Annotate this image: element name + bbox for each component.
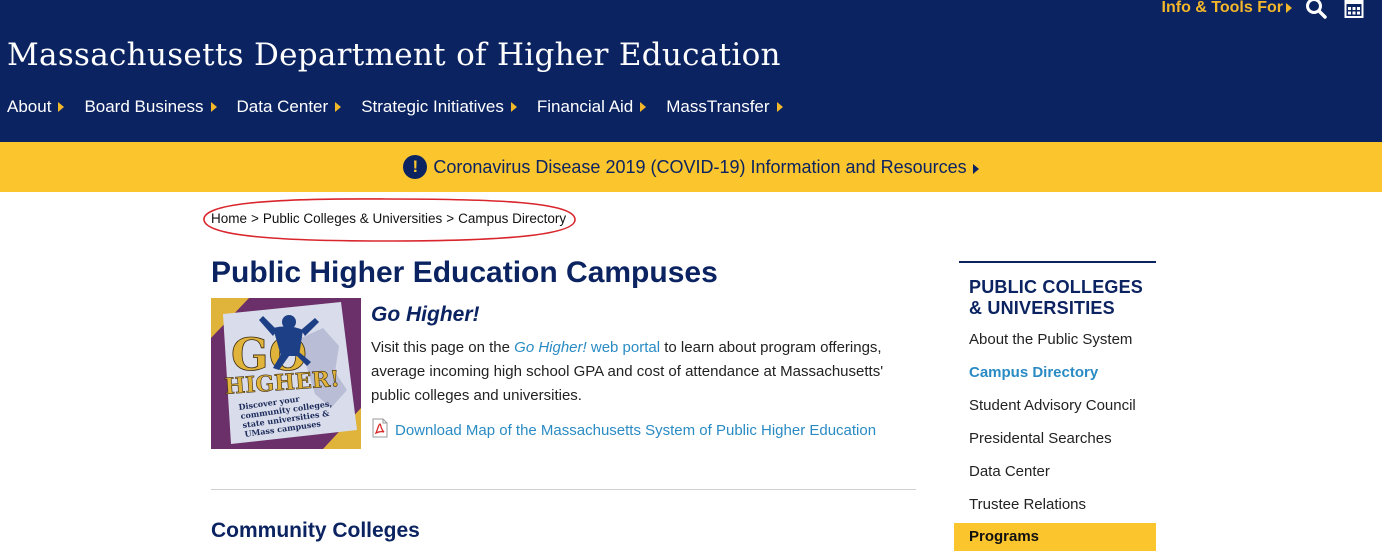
sidebar-nav: PUBLIC COLLEGES & UNIVERSITIES About the…	[959, 261, 1156, 521]
sidebar-item-data-center[interactable]: Data Center	[969, 455, 1156, 488]
content-divider	[211, 489, 916, 490]
breadcrumb-home[interactable]: Home	[211, 211, 247, 226]
sidebar-item-trustee-relations[interactable]: Trustee Relations	[969, 488, 1156, 521]
main-nav: About Board Business Data Center Strateg…	[7, 97, 803, 117]
site-header: Info & Tools For Massachusetts Departmen…	[0, 0, 1382, 142]
caret-right-icon	[335, 102, 342, 112]
page-title: Public Higher Education Campuses	[211, 256, 718, 289]
sidebar-item-programs[interactable]: Programs	[954, 523, 1156, 551]
nav-item-data-center[interactable]: Data Center	[237, 97, 342, 117]
info-tools-link[interactable]: Info & Tools For	[1162, 0, 1292, 17]
nav-label: Strategic Initiatives	[361, 97, 504, 116]
breadcrumb-public-colleges[interactable]: Public Colleges & Universities	[263, 211, 442, 226]
download-map-label: Download Map of the Massachusetts System…	[395, 422, 877, 439]
caret-right-icon	[58, 102, 65, 112]
sidebar-heading[interactable]: PUBLIC COLLEGES & UNIVERSITIES	[969, 277, 1156, 319]
sidebar-item-about-public-system[interactable]: About the Public System	[969, 323, 1156, 356]
alert-text[interactable]: Coronavirus Disease 2019 (COVID-19) Info…	[433, 157, 966, 178]
section-title-community-colleges: Community Colleges	[211, 519, 420, 542]
utility-bar: Info & Tools For	[1162, 0, 1364, 20]
breadcrumb-separator: >	[251, 211, 259, 226]
nav-item-board-business[interactable]: Board Business	[84, 97, 217, 117]
covid-alert-banner[interactable]: ! Coronavirus Disease 2019 (COVID-19) In…	[0, 142, 1382, 192]
exclamation-icon: !	[403, 155, 428, 179]
caret-right-icon	[972, 163, 979, 174]
go-higher-promo-image[interactable]: GO HIGHER! Discover your community colle…	[211, 298, 361, 449]
caret-right-icon	[1286, 3, 1292, 13]
caret-right-icon	[640, 102, 647, 112]
promo-heading: Go Higher!	[371, 303, 480, 326]
download-map-link[interactable]: Download Map of the Massachusetts System…	[371, 418, 877, 439]
nav-item-about[interactable]: About	[7, 97, 65, 117]
promo-body: Visit this page on the Go Higher! web po…	[371, 339, 884, 404]
caret-right-icon	[776, 102, 783, 112]
search-icon[interactable]	[1304, 0, 1328, 20]
site-title[interactable]: Massachusetts Department of Higher Educa…	[7, 37, 781, 73]
nav-item-strategic-initiatives[interactable]: Strategic Initiatives	[361, 97, 517, 117]
info-tools-label: Info & Tools For	[1161, 0, 1283, 16]
caret-right-icon	[510, 102, 517, 112]
go-higher-portal-link[interactable]: Go Higher! web portal	[514, 339, 660, 356]
nav-item-masstransfer[interactable]: MassTransfer	[666, 97, 783, 117]
nav-label: Data Center	[236, 97, 329, 116]
caret-right-icon	[210, 102, 217, 112]
nav-label: Financial Aid	[536, 97, 634, 116]
breadcrumb: Home > Public Colleges & Universities > …	[211, 211, 570, 226]
breadcrumb-separator: >	[446, 211, 455, 226]
sidebar-item-presidential-searches[interactable]: Presidental Searches	[969, 422, 1156, 455]
nav-item-financial-aid[interactable]: Financial Aid	[536, 97, 647, 117]
sidebar-item-student-advisory-council[interactable]: Student Advisory Council	[969, 389, 1156, 422]
sidebar-item-campus-directory[interactable]: Campus Directory	[969, 356, 1156, 389]
calendar-icon[interactable]	[1344, 0, 1364, 19]
breadcrumb-campus-directory: Campus Directory	[458, 211, 567, 226]
pdf-icon	[372, 418, 388, 437]
nav-label: Board Business	[84, 97, 204, 116]
nav-label: About	[7, 97, 52, 116]
sidebar-rule	[959, 261, 1156, 263]
nav-label: MassTransfer	[666, 97, 770, 116]
